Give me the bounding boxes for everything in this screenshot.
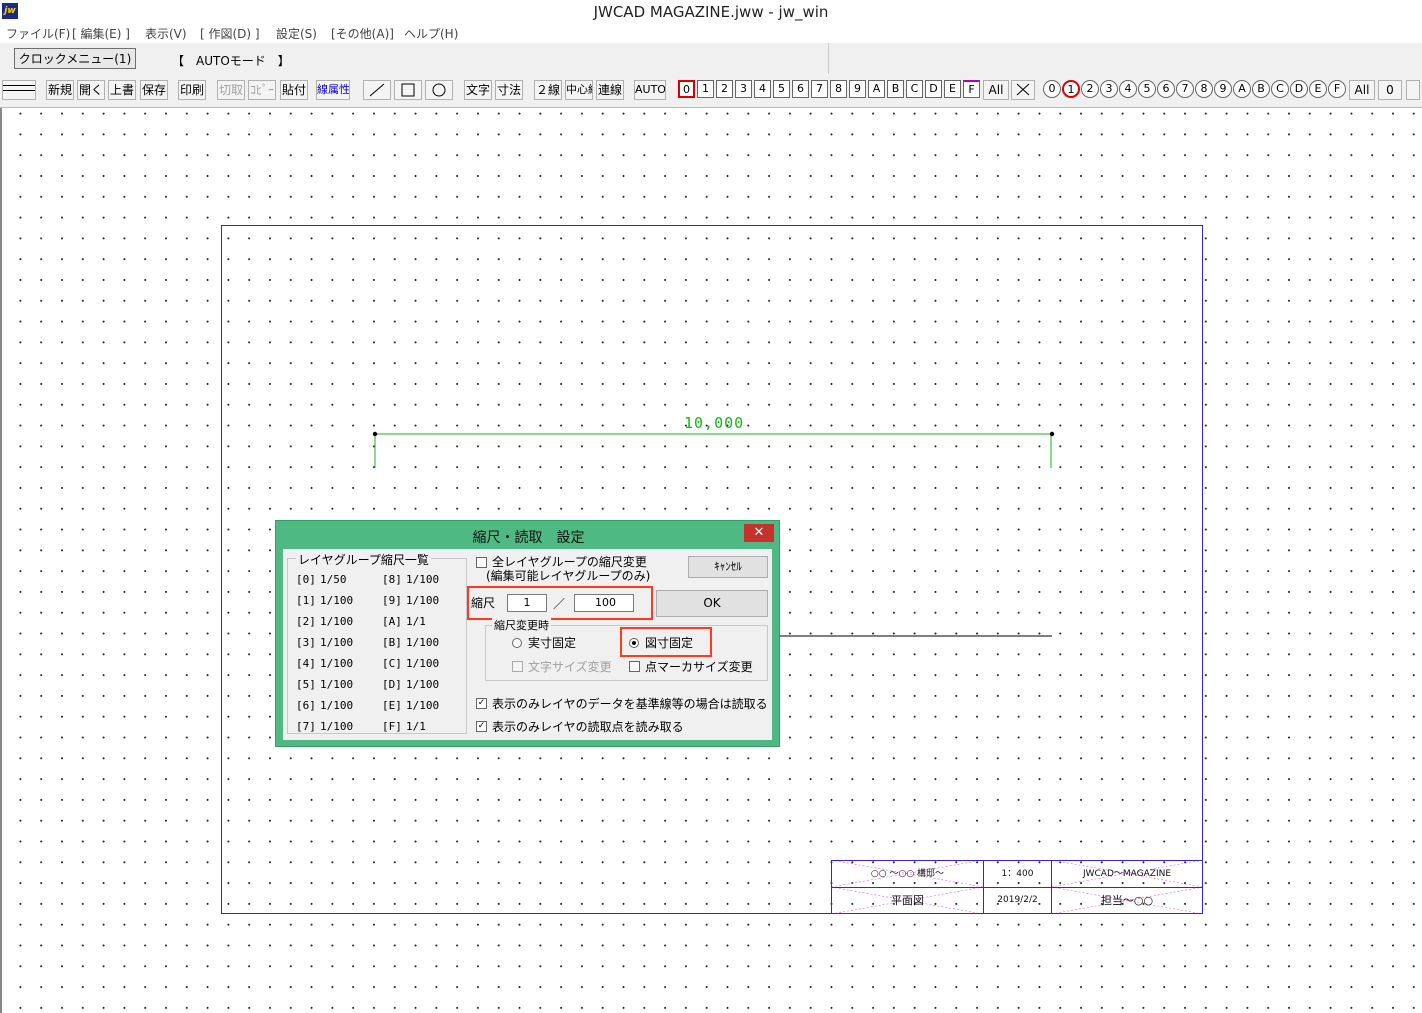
read-display-data-checkbox[interactable]: ✓ <box>476 698 487 709</box>
group-scale-value: 1/100 <box>406 636 440 649</box>
read-display-data-label: 表示のみレイヤのデータを基準線等の場合は読取る <box>492 697 768 711</box>
group-scale-id: [5] <box>296 678 316 691</box>
group-scale-value: 1/100 <box>320 594 354 607</box>
title-block: ○○ ～○○ 構邸～ 1：400 JWCAD～MAGAZINE 平面図 2019… <box>831 860 1203 914</box>
drawing-fixed-highlight-box <box>620 627 712 657</box>
read-display-points-label: 表示のみレイヤの読取点を読み取る <box>492 720 684 734</box>
title-company: JWCAD～MAGAZINE <box>1051 860 1203 888</box>
dialog-title: 縮尺・読取 設定 <box>472 530 585 546</box>
point-marker-change-label: 点マーカサイズ変更 <box>645 660 753 674</box>
group-scale-value: 1/1 <box>406 720 426 733</box>
group-scale-id: [C] <box>382 657 402 670</box>
group-scale-value: 1/50 <box>320 573 347 586</box>
group-scale-id: [D] <box>382 678 402 691</box>
group-scale-value: 1/100 <box>406 657 440 670</box>
dialog-body: レイヤグループ縮尺一覧 [0] 1/50 [1] 1/100 [2] 1/100 [3] 1/… <box>283 549 772 740</box>
title-date: 2019/2/2 <box>983 887 1052 914</box>
group-scale-id: [F] <box>382 720 402 733</box>
group-scale-id: [0] <box>296 573 316 586</box>
all-groups-sub-label: (編集可能レイヤグループのみ) <box>486 569 651 583</box>
scale-highlight-box <box>467 586 653 620</box>
dimension-point-left <box>372 431 378 437</box>
dimension-point-right <box>1049 431 1055 437</box>
group-scale-id: [E] <box>382 699 402 712</box>
dimension-value: 10,000 <box>684 414 745 432</box>
group-scale-value: 1/100 <box>320 657 354 670</box>
group-scale-id: [2] <box>296 615 316 628</box>
group-scale-id: [1] <box>296 594 316 607</box>
group-scale-id: [B] <box>382 636 402 649</box>
group-scale-id: [4] <box>296 657 316 670</box>
text-size-change-label: 文字サイズ変更 <box>528 660 612 674</box>
on-change-label: 縮尺変更時 <box>492 617 551 633</box>
group-scale-id: [3] <box>296 636 316 649</box>
layer-group-scale-list: レイヤグループ縮尺一覧 [0] 1/50 [1] 1/100 [2] 1/100 [3] 1/… <box>287 551 467 734</box>
title-drawing-name: 平面図 <box>831 887 984 914</box>
group-scale-value: 1/100 <box>320 699 354 712</box>
group-scale-value: 1/100 <box>320 615 354 628</box>
group-scale-value: 1/100 <box>406 678 440 691</box>
text-size-change-checkbox[interactable] <box>512 661 523 672</box>
group-scale-value: 1/100 <box>320 678 354 691</box>
dialog-close-button[interactable]: ✕ <box>744 524 774 542</box>
read-display-points-checkbox[interactable]: ✓ <box>476 721 487 732</box>
group-scale-id: [8] <box>382 573 402 586</box>
group-scale-value: 1/100 <box>406 699 440 712</box>
title-person: 担当～○○ <box>1051 887 1203 914</box>
group-scale-value: 1/100 <box>406 594 440 607</box>
drawing-geometry <box>372 431 1055 637</box>
actual-fixed-label: 実寸固定 <box>528 636 577 650</box>
group-scale-value: 1/100 <box>320 636 354 649</box>
group-scale-value: 1/100 <box>320 720 354 733</box>
group-scale-value: 1/1 <box>406 615 426 628</box>
group-scale-id: [A] <box>382 615 402 628</box>
title-project: ○○ ～○○ 構邸～ <box>831 860 984 888</box>
point-marker-change-checkbox[interactable] <box>629 661 640 672</box>
scale-read-settings-dialog: 縮尺・読取 設定 ✕ レイヤグループ縮尺一覧 [0] 1/50 [1] 1/100 [2… <box>275 520 780 747</box>
title-scale: 1：400 <box>983 860 1052 888</box>
actual-fixed-radio[interactable] <box>512 638 522 648</box>
group-scale-id: [6] <box>296 699 316 712</box>
group-scale-value: 1/100 <box>406 573 440 586</box>
on-scale-change-group: 縮尺変更時 実寸固定 図寸固定 文字サイズ変更 点マーカサイズ変更 <box>485 617 768 681</box>
ok-button[interactable]: OK <box>656 590 768 617</box>
group-list-title: レイヤグループ縮尺一覧 <box>296 551 431 568</box>
group-scale-id: [7] <box>296 720 316 733</box>
close-icon: ✕ <box>753 525 765 540</box>
cancel-button[interactable]: ｷｬﾝｾﾙ <box>688 556 768 578</box>
group-scale-id: [9] <box>382 594 402 607</box>
